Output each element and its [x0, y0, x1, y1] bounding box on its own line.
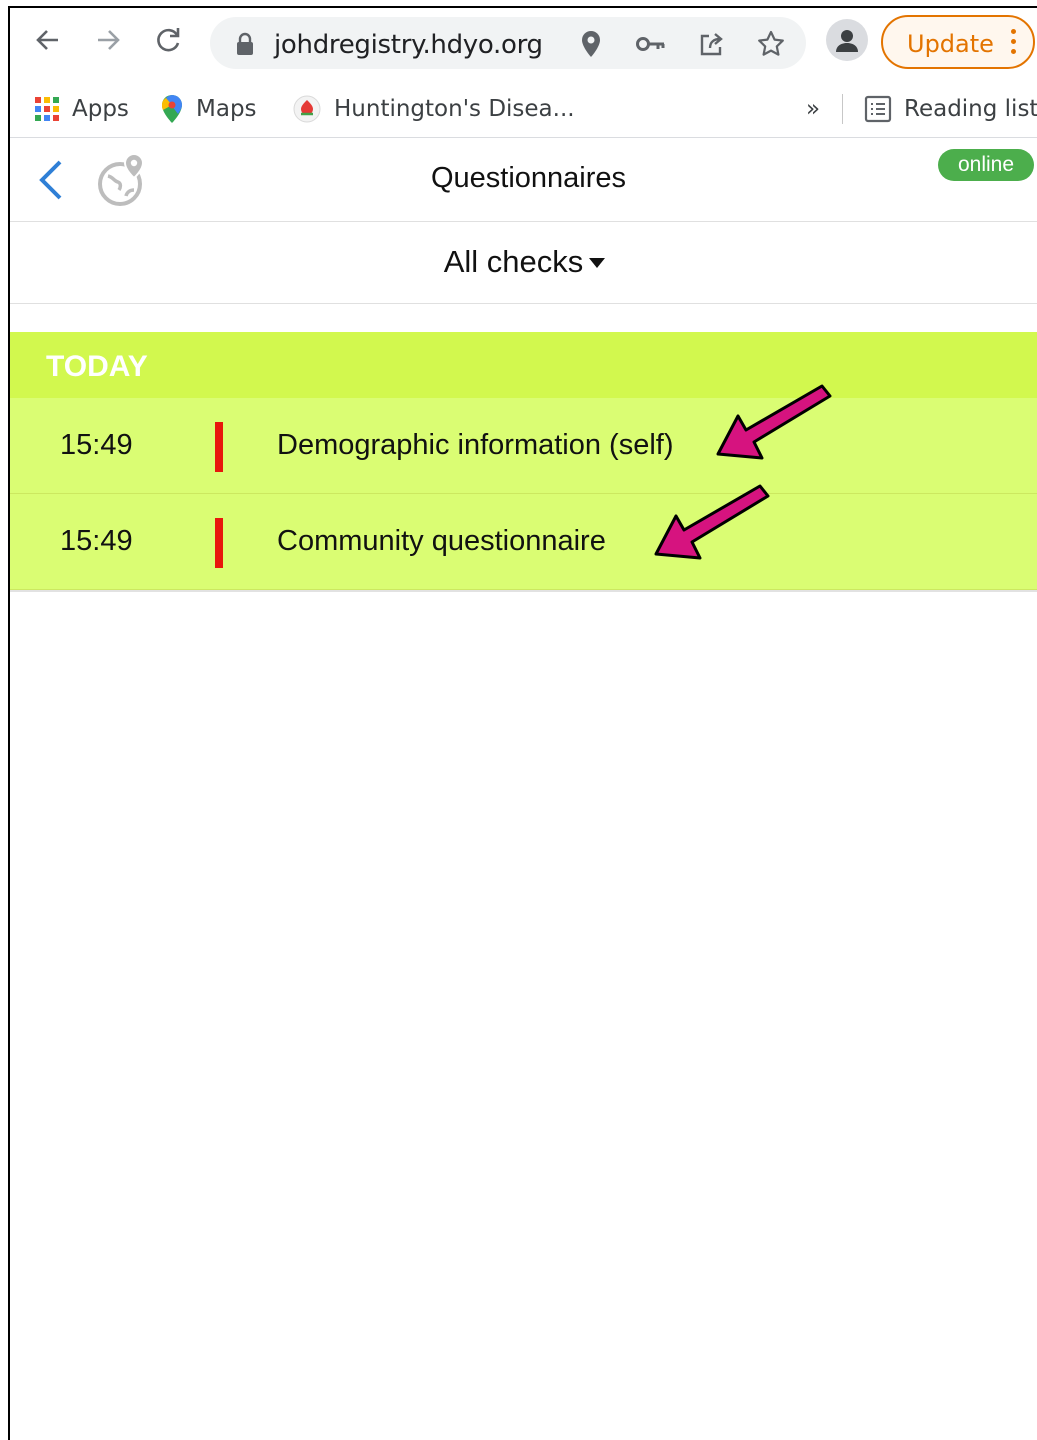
filter-dropdown-label: All checks [443, 244, 584, 279]
update-button-label: Update [907, 30, 994, 58]
key-icon[interactable] [636, 29, 666, 59]
page-title: Questionnaires [430, 162, 627, 194]
reading-list-button[interactable]: Reading list [864, 90, 1037, 128]
maps-pin-icon [162, 95, 182, 123]
annotation-arrow-icon [716, 384, 832, 460]
reading-list-icon [864, 95, 892, 123]
bookmarks-bar: Apps Maps Huntington's Disea... » Readin… [10, 80, 1037, 138]
back-arrow-icon[interactable] [30, 22, 66, 58]
kebab-menu-icon[interactable] [1009, 29, 1017, 57]
chevron-double-right-icon: » [806, 96, 821, 122]
bookmark-maps[interactable]: Maps [160, 90, 257, 128]
caret-down-icon [589, 258, 606, 268]
url-text[interactable]: johdregistry.hdyo.org [274, 30, 543, 60]
reload-icon[interactable] [150, 22, 186, 58]
bookmark-label: Huntington's Disea... [334, 96, 575, 122]
forward-arrow-icon[interactable] [90, 22, 126, 58]
profile-avatar-icon[interactable] [826, 19, 868, 61]
lock-icon[interactable] [230, 29, 260, 59]
update-button[interactable]: Update [881, 15, 1035, 69]
bookmarks-divider [842, 94, 843, 124]
browser-toolbar: johdregistry.hdyo.org Update [10, 8, 1037, 80]
list-divider [10, 590, 1037, 592]
bookmarks-overflow-button[interactable]: » [806, 90, 820, 128]
hd-favicon-icon [293, 95, 321, 123]
apps-grid-icon [35, 97, 59, 121]
questionnaire-item[interactable]: 15:49 Demographic information (self) [10, 384, 1037, 494]
bookmark-star-icon[interactable] [756, 29, 786, 59]
reading-list-label: Reading list [904, 96, 1037, 122]
item-title: Demographic information (self) [277, 429, 674, 461]
section-header: TODAY [10, 332, 1037, 398]
status-marker [215, 422, 223, 472]
status-marker [215, 518, 223, 568]
bookmark-huntingtons[interactable]: Huntington's Disea... [292, 90, 575, 128]
connection-status-badge: online [938, 149, 1034, 181]
item-time: 15:49 [60, 525, 133, 557]
bookmark-label: Apps [72, 96, 129, 122]
item-time: 15:49 [60, 429, 133, 461]
location-pin-icon[interactable] [576, 29, 606, 59]
screenshot-frame: johdregistry.hdyo.org Update Apps Maps H… [8, 6, 1037, 1440]
questionnaire-item[interactable]: 15:49 Community questionnaire [10, 484, 1037, 590]
filter-dropdown[interactable]: All checks [10, 244, 1037, 280]
item-title: Community questionnaire [277, 525, 606, 557]
share-icon[interactable] [696, 29, 726, 59]
address-bar[interactable]: johdregistry.hdyo.org [210, 17, 806, 69]
bookmark-label: Maps [196, 96, 257, 122]
annotation-arrow-icon [654, 484, 770, 560]
filter-bar: All checks [10, 222, 1037, 304]
app-header: Questionnaires online [10, 138, 1037, 222]
bookmark-apps[interactable]: Apps [34, 90, 129, 128]
section-label: TODAY [46, 350, 148, 383]
